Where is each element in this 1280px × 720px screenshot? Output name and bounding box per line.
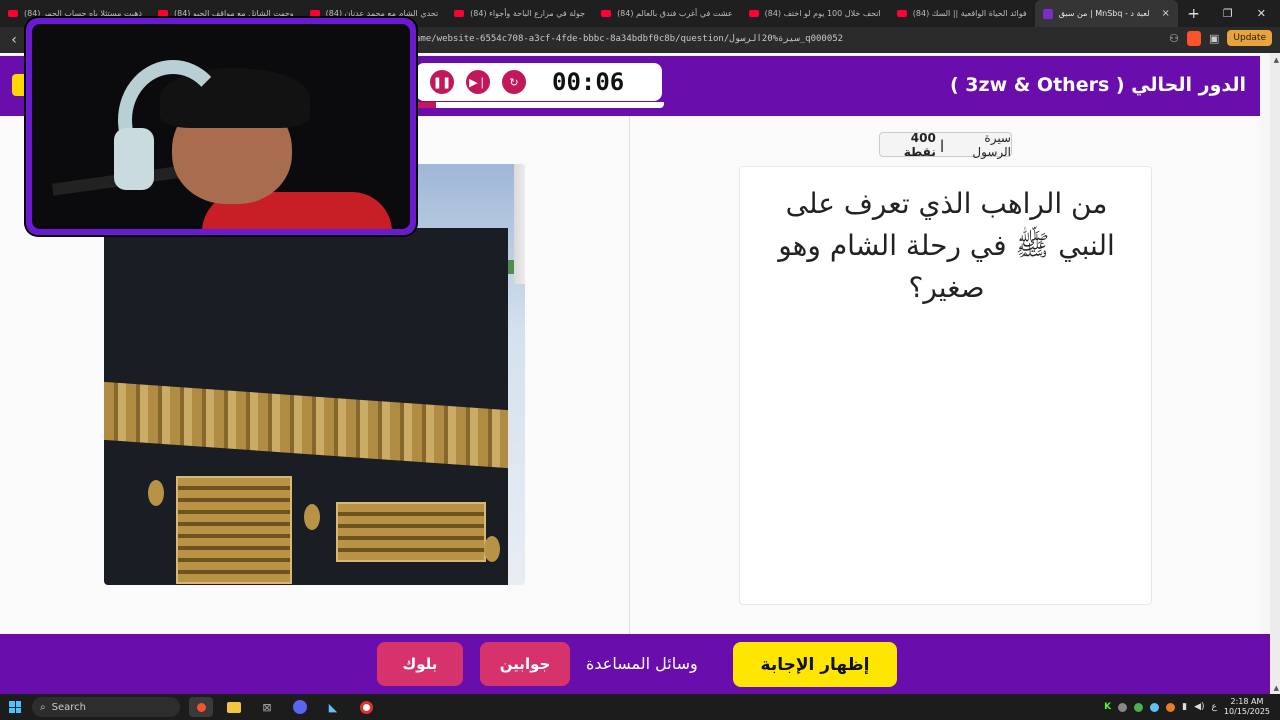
browser-tab[interactable]: (84) جولة في مزارع الباحة وأجواء [446, 0, 593, 27]
question-text: من الراهب الذي تعرف على النبي ﷺ في رحلة … [778, 187, 1115, 304]
timer-display: 00:06 [552, 68, 625, 96]
divider [629, 116, 630, 634]
skip-icon[interactable]: ▶❘ [466, 70, 490, 94]
browser-tab-active[interactable]: من سبق | MnSbq - لعبة د × [1034, 0, 1178, 27]
site-favicon-icon [1042, 8, 1053, 19]
kiswa-medallion [484, 536, 500, 562]
scroll-up-icon[interactable]: ▲ [1274, 56, 1279, 64]
two-answers-button[interactable]: جوابين [480, 642, 570, 686]
youtube-icon [8, 10, 18, 17]
kiswa-panel [176, 476, 292, 584]
side-tab[interactable] [12, 74, 26, 96]
back-icon[interactable]: ‹ [0, 32, 28, 48]
browser-tab[interactable]: (84) عشت في أغرب فندق بالعالم [593, 0, 741, 27]
browser-tab[interactable]: (84) فوائد الحياة الواقعية || السك [889, 0, 1035, 27]
windows-taskbar: ⌕ Search ⊠ ◣ K ▮ ◀) ع 2:18 AM 10/15/2025 [0, 694, 1280, 720]
wifi-icon[interactable]: ▮ [1182, 702, 1187, 712]
brave-taskbar-icon[interactable] [189, 697, 213, 717]
headset-earcup [114, 128, 154, 190]
steam-icon[interactable]: ◣ [321, 697, 345, 717]
brave-icon[interactable] [1186, 30, 1201, 46]
search-icon: ⌕ [40, 701, 46, 713]
reveal-answer-button[interactable]: إظهار الإجابة [733, 642, 897, 687]
category-name: سيرة الرسول [972, 130, 1011, 159]
keyboard-language[interactable]: ع [1212, 702, 1217, 712]
taskbar-clock[interactable]: 2:18 AM 10/15/2025 [1224, 697, 1270, 717]
kiswa-panel [336, 502, 486, 562]
minimize-icon[interactable]: — [1188, 7, 1199, 20]
youtube-icon [896, 10, 907, 17]
timer-progress-track [416, 102, 664, 108]
volume-icon[interactable]: ◀) [1194, 702, 1204, 712]
search-placeholder: Search [51, 701, 86, 713]
close-window-icon[interactable]: ✕ [1257, 7, 1266, 20]
clock-date: 10/15/2025 [1223, 707, 1270, 716]
webcam-feed [32, 24, 410, 229]
category-separator: | [939, 137, 945, 152]
tray-icon[interactable] [1150, 702, 1160, 712]
kiswa-medallion [148, 480, 164, 506]
tray-icon[interactable] [1166, 702, 1176, 712]
scroll-down-icon[interactable]: ▲ [1274, 684, 1279, 692]
clock-time: 2:18 AM [1230, 697, 1264, 706]
youtube-icon [309, 10, 320, 17]
question-card: من الراهب الذي تعرف على النبي ﷺ في رحلة … [739, 166, 1152, 605]
kick-icon[interactable]: K [1104, 702, 1111, 712]
timer-progress-fill [416, 102, 436, 108]
youtube-icon [748, 10, 759, 17]
tray-icon[interactable] [1134, 702, 1144, 712]
obs-icon[interactable] [354, 697, 378, 717]
tray-icon[interactable] [1118, 702, 1128, 712]
question-points: 400 نقطة [903, 130, 936, 159]
minaret [514, 164, 525, 284]
youtube-icon [157, 10, 168, 17]
app-icon[interactable]: ⊠ [255, 697, 279, 717]
restart-icon[interactable]: ↻ [502, 70, 526, 94]
extensions-icon[interactable]: ⚇ [1169, 32, 1179, 45]
help-tools-label: وسائل المساعدة [586, 654, 698, 673]
timer-box: ❚❚ ▶❘ ↻ 00:06 [416, 63, 662, 101]
block-button[interactable]: بلوك [377, 642, 463, 686]
file-explorer-icon[interactable] [222, 697, 246, 717]
url-field[interactable]: ame/website-6554c708-a3cf-4fde-bbbc-8a34… [415, 34, 843, 44]
category-chip: سيرة الرسول | 400 نقطة [879, 130, 1012, 159]
youtube-icon [601, 10, 612, 17]
close-tab-icon[interactable]: × [1162, 8, 1170, 19]
youtube-icon [454, 10, 465, 17]
toolbar-right: ⚇ ▣ Update [1169, 30, 1272, 46]
update-button[interactable]: Update [1227, 30, 1272, 46]
webcam-overlay [26, 18, 416, 235]
pause-icon[interactable]: ❚❚ [430, 70, 454, 94]
current-turn-label: الدور الحالي ( 3zw & Others ) [949, 74, 1246, 96]
restore-icon[interactable]: ❐ [1223, 7, 1233, 20]
page-scrollbar[interactable] [1270, 53, 1280, 694]
windows-icon[interactable] [0, 701, 30, 713]
sidebar-icon[interactable]: ▣ [1209, 32, 1219, 45]
system-tray: K ▮ ◀) ع 2:18 AM 10/15/2025 [1104, 694, 1270, 720]
kiswa-medallion [304, 504, 320, 530]
taskbar-search[interactable]: ⌕ Search [32, 697, 180, 717]
window-controls: — ❐ ✕ [1188, 0, 1280, 27]
discord-icon[interactable] [288, 697, 312, 717]
browser-tab[interactable]: (84) اتحف خلال 100 يوم لو اختف [741, 0, 889, 27]
